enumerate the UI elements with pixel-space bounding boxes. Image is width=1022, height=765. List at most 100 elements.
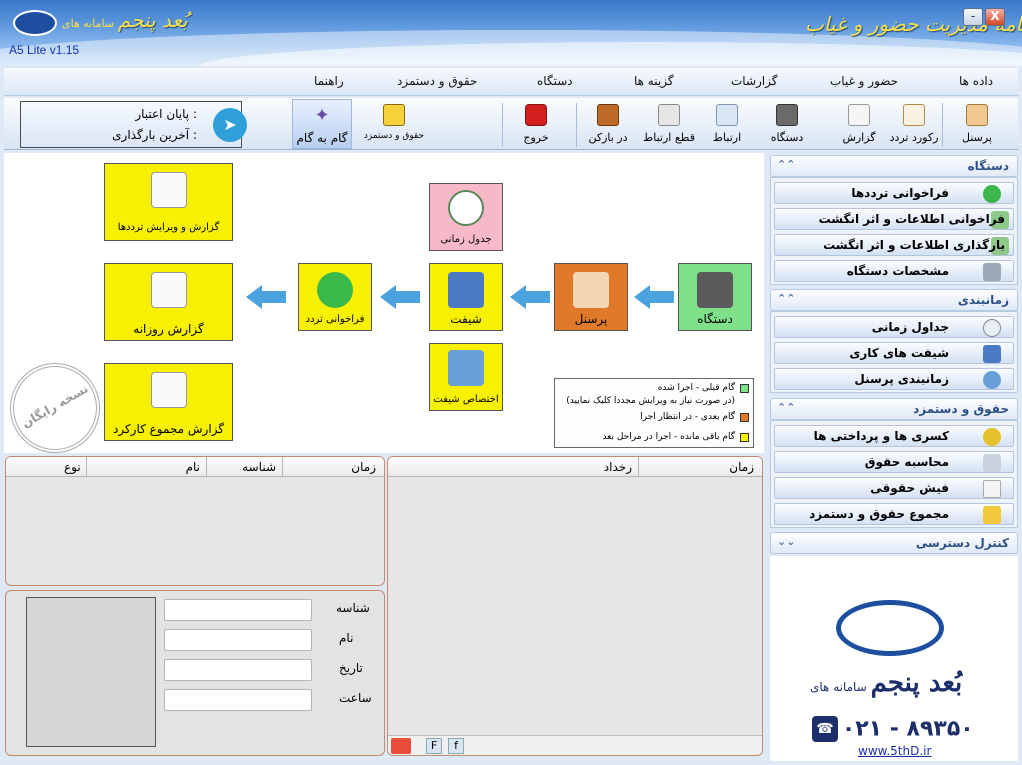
sidebar-item-work-shifts[interactable]: شیفت های کاری [774, 342, 1014, 364]
toolbar-open-button[interactable]: در بازکن [582, 99, 634, 151]
company-logo-icon [836, 600, 944, 656]
company-logo-area: بُعد پنجم سامانه های ☎ ۰۲۱ - ۸۹۳۵۰ www.5… [770, 556, 1018, 761]
download-icon [317, 272, 353, 308]
flow-shift-box[interactable]: شیفت [429, 263, 503, 331]
flow-edit-report-box[interactable]: گزارش و ویرایش ترددها [104, 163, 233, 241]
device-check-icon [697, 272, 733, 308]
document-icon [983, 480, 1001, 498]
toolbar-step-button[interactable]: ✦ گام به گام [292, 99, 352, 149]
sidebar-item-time-tables[interactable]: جداول زمانی [774, 316, 1014, 338]
legend-later-swatch [740, 433, 749, 442]
minimize-button[interactable]: - [963, 8, 983, 26]
legend-done-swatch [740, 384, 749, 393]
menu-payroll[interactable]: حقوق و دستمزد [397, 74, 477, 88]
time-field[interactable] [164, 689, 312, 711]
calendar-icon [983, 345, 1001, 363]
flow-arrow-icon [634, 285, 674, 309]
sidebar-item-upload-fingerprints[interactable]: بارگذاری اطلاعات و اثر انگشت [774, 234, 1014, 256]
id-field[interactable] [164, 599, 312, 621]
sidebar-item-payslip[interactable]: فیش حقوقی [774, 477, 1014, 499]
name-field[interactable] [164, 629, 312, 651]
sidebar-item-device-specs[interactable]: مشخصات دستگاه [774, 260, 1014, 282]
events-grid: زمان رخداد F f [387, 456, 763, 756]
toolbar-personnel-button[interactable]: پرسنل [944, 99, 1010, 151]
workflow-area: دستگاه پرسنل جدول زمانی شیفت اختصاص شیفت… [4, 153, 764, 453]
menu-device[interactable]: دستگاه [537, 74, 573, 88]
sidebar-item-personnel-timing[interactable]: زمانبندی پرسنل [774, 368, 1014, 390]
toolbar-record-button[interactable]: رکورد تردد [886, 99, 942, 151]
logo-brand: بُعد پنجم سامانه های [810, 668, 963, 698]
filter-button[interactable]: F [426, 738, 442, 754]
version-label: A5 Lite v1.15 [9, 43, 80, 57]
name-label: نام [339, 631, 354, 645]
telegram-icon[interactable]: ➤ [213, 108, 247, 142]
flow-device-box[interactable]: دستگاه [678, 263, 752, 331]
disconnect-icon [658, 104, 680, 126]
collapse-icon: ⌃⌃ [777, 401, 796, 414]
flow-arrow-icon [510, 285, 550, 309]
toolbar-device-button[interactable]: دستگاه [762, 99, 812, 151]
brand-name: بُعد پنجم سامانه های [62, 8, 188, 32]
clock-icon [448, 190, 484, 226]
toolbar-payroll-button[interactable]: حقوق و دستمزد [358, 99, 430, 151]
section-timing-body: جداول زمانی شیفت های کاری زمانبندی پرسنل [770, 311, 1018, 393]
toolbar-report-button[interactable]: گزارش [834, 99, 884, 151]
flow-time-table-box[interactable]: جدول زمانی [429, 183, 503, 251]
flow-total-report-box[interactable]: گزارش مجموع کارکرد [104, 363, 233, 441]
flow-assign-shift-box[interactable]: اختصاص شیفت [429, 343, 503, 411]
free-version-stamp: نسخه رایگان [10, 363, 100, 453]
legend: گام قبلی - اجرا شده (در صورت نیاز به ویر… [554, 378, 754, 448]
sidebar-item-fetch-records[interactable]: فراخوانی ترددها [774, 182, 1014, 204]
expand-icon: ⌄⌄ [777, 535, 796, 548]
personnel-lock-icon [573, 272, 609, 308]
id-label: شناسه [336, 601, 370, 615]
person-panel: شناسه نام تاریخ ساعت [5, 590, 385, 756]
menu-reports[interactable]: گزارشات [731, 74, 777, 88]
logo-phone: ☎ ۰۲۱ - ۸۹۳۵۰ [812, 716, 974, 742]
expiry-label: پایان اعتبار : [135, 107, 197, 121]
sidebar-item-fetch-fingerprints[interactable]: فراخوانی اطلاعات و اثر انگشت [774, 208, 1014, 230]
toolbar-exit-button[interactable]: خروج [508, 99, 564, 151]
section-device-header[interactable]: ⌃⌃ دستگاه [770, 155, 1018, 177]
sidebar-item-deductions[interactable]: کسری ها و پرداختی ها [774, 425, 1014, 447]
pencil-icon[interactable] [391, 738, 411, 754]
grid-header: زمان شناسه نام نوع [6, 457, 384, 477]
facebook-icon[interactable]: f [448, 738, 464, 754]
sidebar-item-total-payroll[interactable]: مجموع حقوق و دستمزد [774, 503, 1014, 525]
time-label: ساعت [339, 691, 372, 705]
website-link[interactable]: www.5thD.ir [858, 744, 931, 758]
section-payroll-body: کسری ها و پرداختی ها محاسبه حقوق فیش حقو… [770, 420, 1018, 528]
door-icon [597, 104, 619, 126]
device-icon [776, 104, 798, 126]
collapse-icon: ⌃⌃ [777, 158, 796, 171]
menu-help[interactable]: راهنما [314, 74, 344, 88]
date-field[interactable] [164, 659, 312, 681]
toolbar-separator [576, 103, 577, 147]
title-bar: بُعد پنجم سامانه های A5 Lite v1.15 برنام… [0, 0, 1022, 66]
section-timing-header[interactable]: ⌃⌃ زمانبندی [770, 289, 1018, 311]
user-clock-icon [448, 350, 484, 386]
report-icon [150, 372, 187, 408]
flow-daily-report-box[interactable]: گزارش روزانه [104, 263, 233, 341]
flow-fetch-box[interactable]: فراخوانی تردد [298, 263, 372, 331]
section-access-header[interactable]: ⌄⌄ کنترل دسترسی [770, 532, 1018, 554]
menu-attendance[interactable]: حضور و غیاب [830, 74, 898, 88]
clock-icon [983, 319, 1001, 337]
sidebar-item-calc-salary[interactable]: محاسبه حقوق [774, 451, 1014, 473]
collapse-icon: ⌃⌃ [777, 292, 796, 305]
section-payroll-header[interactable]: ⌃⌃ حقوق و دستمزد [770, 398, 1018, 420]
toolbar-connect-button[interactable]: ارتباط [704, 99, 750, 151]
close-button[interactable]: X [985, 8, 1005, 26]
grid-header: زمان رخداد [388, 457, 762, 477]
brand-logo-icon [13, 10, 57, 36]
menu-options[interactable]: گزینه ها [634, 74, 674, 88]
flow-personnel-box[interactable]: پرسنل [554, 263, 628, 331]
toolbar-disconnect-button[interactable]: قطع ارتباط [636, 99, 702, 151]
coins-icon [983, 428, 1001, 446]
attendance-grid: زمان شناسه نام نوع [5, 456, 385, 586]
record-icon [903, 104, 925, 126]
calendar-icon [448, 272, 484, 308]
menu-data[interactable]: داده ها [959, 74, 993, 88]
toolbar-separator [942, 103, 943, 147]
report-icon [848, 104, 870, 126]
